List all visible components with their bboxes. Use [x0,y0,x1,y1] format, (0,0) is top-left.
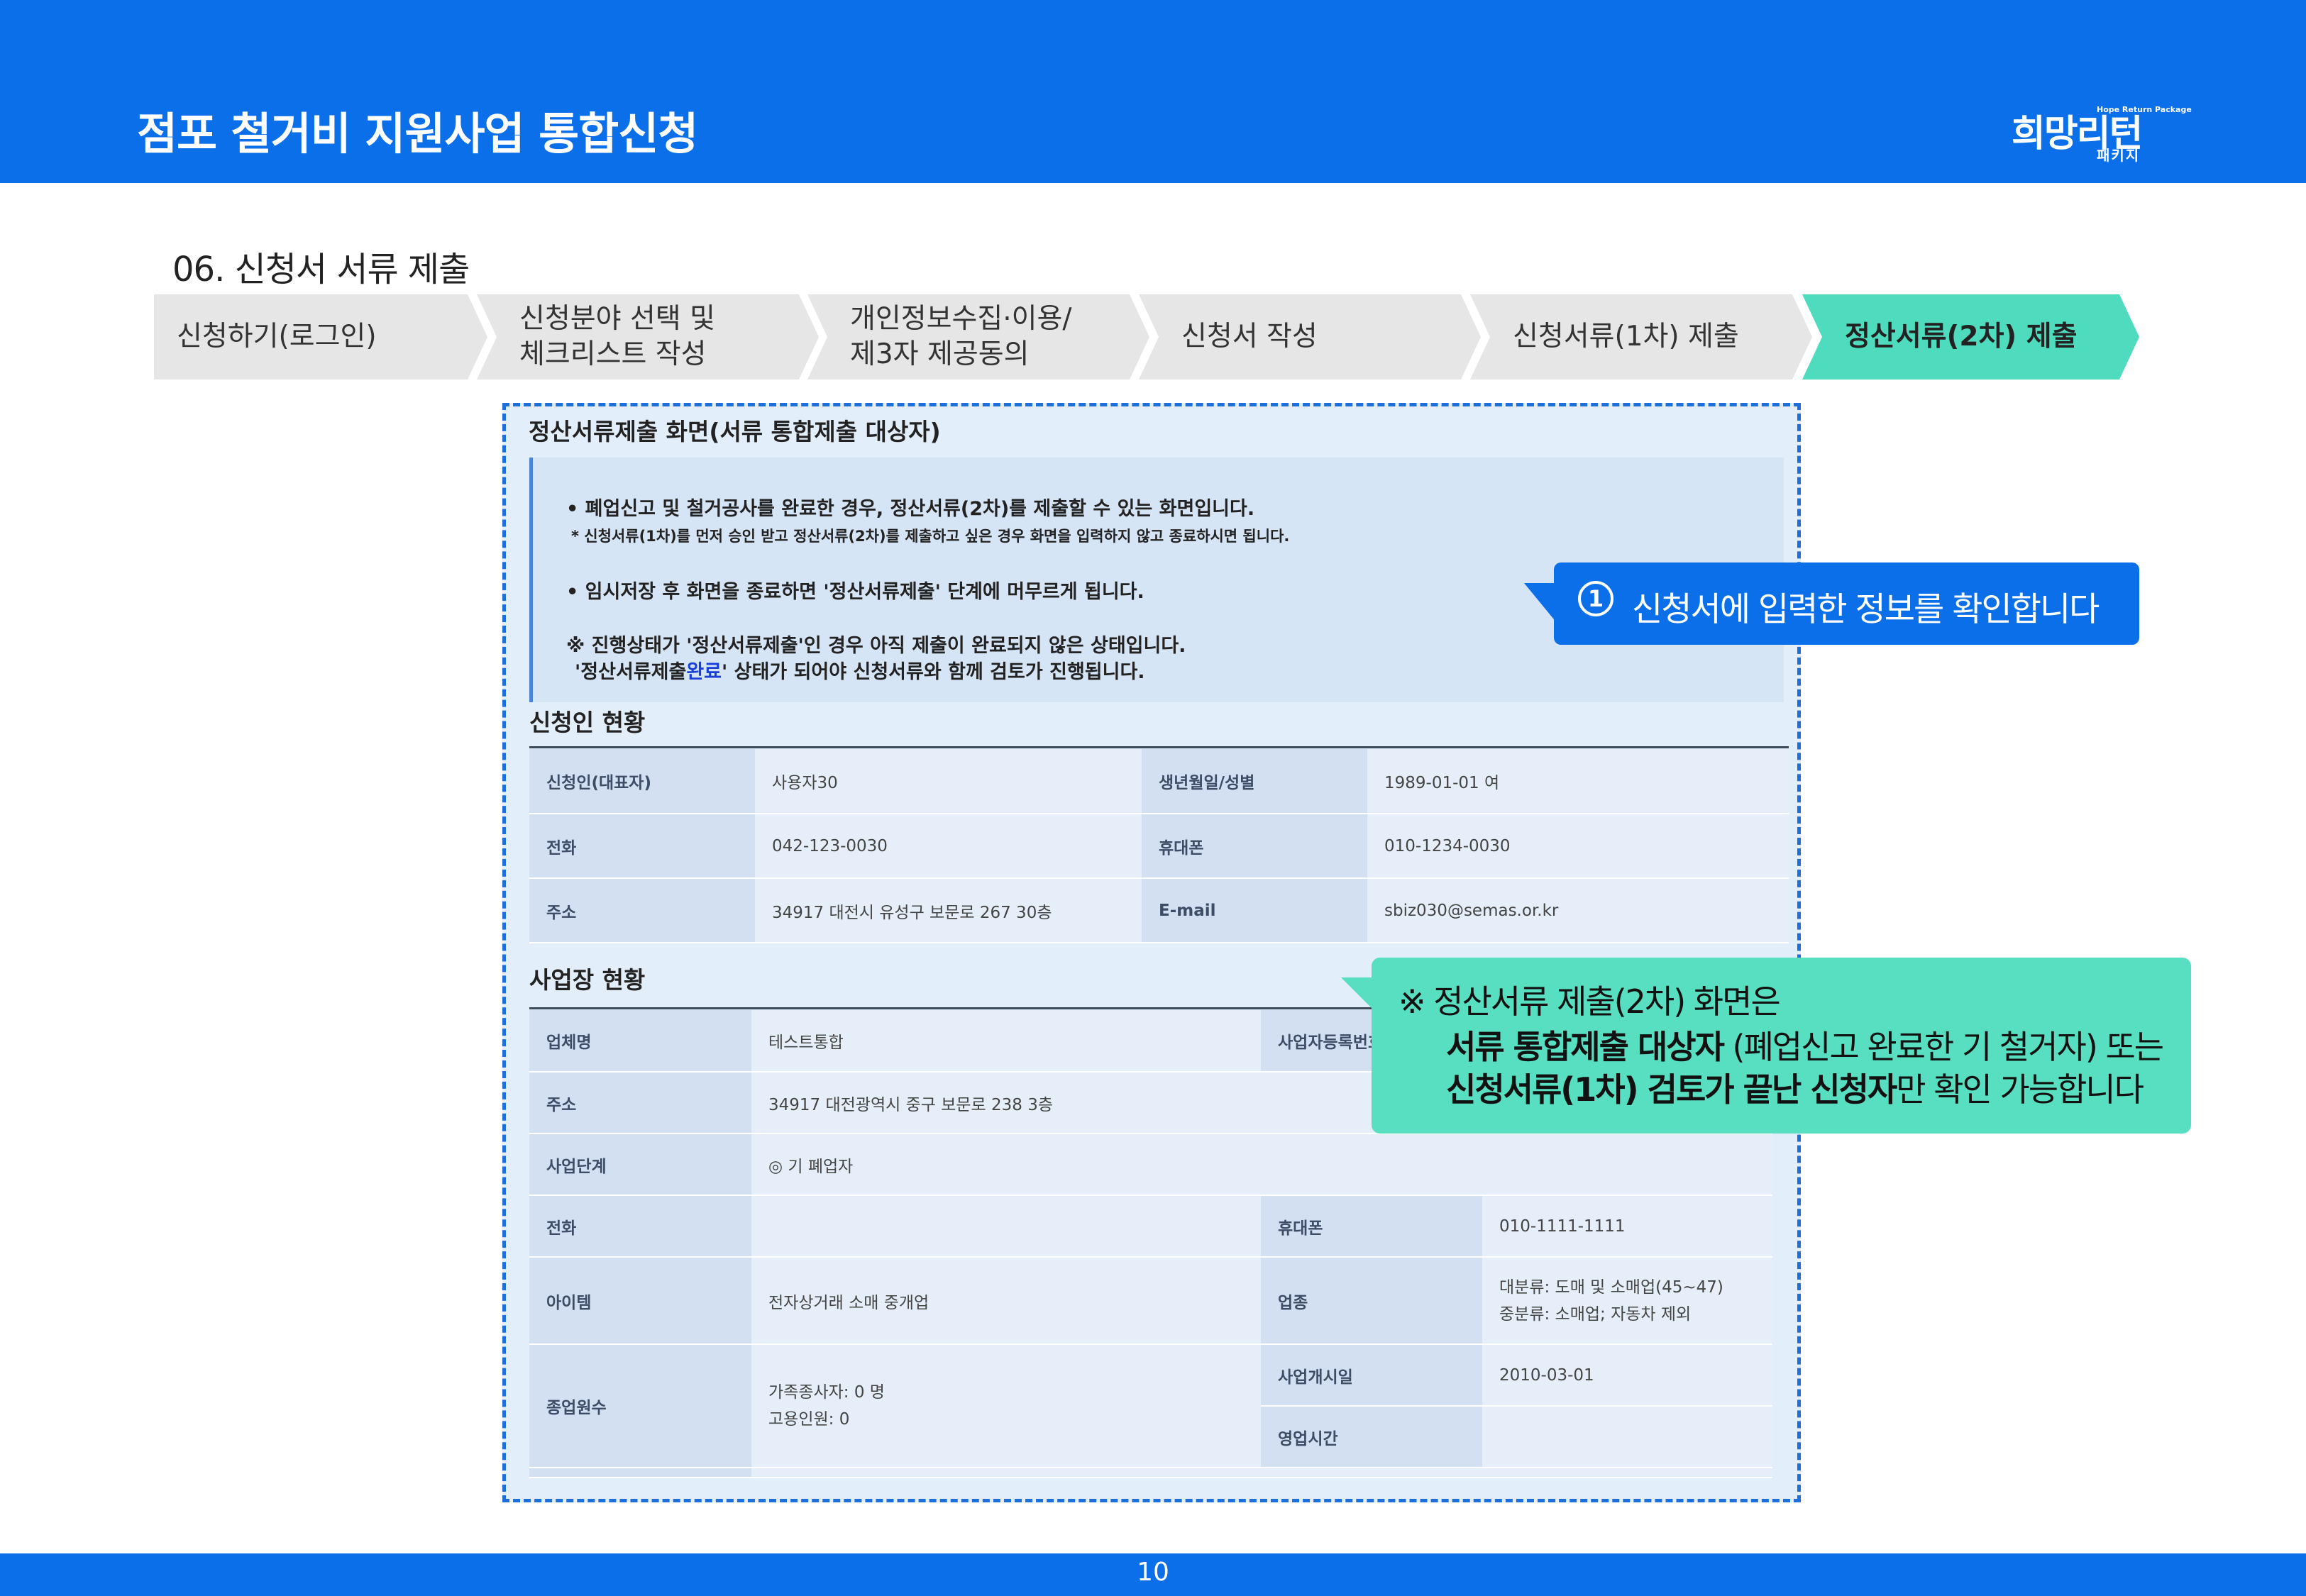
step-consent: 개인정보수집·이용/ 제3자 제공동의 [807,294,1149,379]
item-label: 아이템 [529,1257,751,1345]
birth-gender-label: 생년월일/성별 [1142,749,1367,814]
business-stage-value: ◎ 기 폐업자 [751,1134,1772,1196]
business-mobile-value: 010-1111-1111 [1482,1195,1772,1258]
applicant-heading: 신청인 현황 [529,709,646,736]
table-row: 종업원수 가족종사자: 0 명 고용인원: 0 사업개시일 2010-03-01 [529,1344,1772,1468]
phone-label: 전화 [529,814,755,879]
callout-1-number: 1 [1578,581,1613,616]
section-title: 06. 신청서 서류 제출 [172,250,470,289]
company-name-label: 업체명 [529,1010,751,1073]
applicant-divider [529,746,1789,748]
applicant-name-label: 신청인(대표자) [529,749,755,814]
industry-minor: 중분류: 소매업; 자동차 제외 [1499,1304,1692,1324]
callout-2-line-1: ※ 정산서류 제출(2차) 화면은 [1399,982,1781,1021]
notice-line-5: '정산서류제출완료' 상태가 되어야 신청서류와 함께 검토가 진행됩니다. [575,656,1145,684]
staff-label: 종업원수 [529,1344,751,1468]
callout-2-line-2-bold: 서류 통합제출 대상자 [1446,1028,1725,1066]
callout-1-pointer [1524,583,1557,623]
step-docs-2nd: 정산서류(2차) 제출 [1802,294,2139,379]
applicant-table: 신청인(대표자) 사용자30 생년월일/성별 1989-01-01 여 전화 0… [529,749,1789,943]
business-phone-value [751,1195,1261,1258]
notice-line-5-post: ' 상태가 되어야 신청서류와 함께 검토가 진행됩니다. [722,661,1145,683]
notice-line-5-highlight: 완료 [686,661,722,683]
business-address-label: 주소 [529,1072,751,1134]
callout-2-pointer [1341,977,1374,1010]
hours-value [1482,1406,1772,1468]
callout-2: ※ 정산서류 제출(2차) 화면은 서류 통합제출 대상자 (폐업신고 완료한 … [1372,958,2191,1134]
notice-line-4: ※ 진행상태가 '정산서류제출'인 경우 아직 제출이 완료되지 않은 상태입니… [566,635,1186,657]
staff-value: 가족종사자: 0 명 고용인원: 0 [751,1344,1261,1468]
table-row: 사업단계 ◎ 기 폐업자 [529,1134,1772,1196]
item-value: 전자상거래 소매 중개업 [751,1257,1261,1345]
applicant-name-value: 사용자30 [755,749,1142,814]
hope-return-logo: 희망리턴 Hope Return Package 패키지 [2012,98,2192,169]
industry-value: 대분류: 도매 및 소매업(45~47) 중분류: 소매업; 자동차 제외 [1482,1257,1772,1345]
table-row: 전화 042-123-0030 휴대폰 010-1234-0030 [529,814,1789,879]
callout-2-line-2-rest: (폐업신고 완료한 기 철거자) 또는 [1723,1028,2165,1066]
email-value: sbiz030@semas.or.kr [1367,878,1789,943]
phone-value: 042-123-0030 [755,814,1142,879]
hours-label: 영업시간 [1261,1406,1482,1468]
staff-employees: 고용인원: 0 [768,1410,850,1429]
business-mobile-label: 휴대폰 [1261,1195,1482,1258]
notice-line-5-pre: '정산서류제출 [575,661,687,683]
business-phone-label: 전화 [529,1195,751,1258]
table-filler-cell [751,1468,1772,1478]
logo-subtitle-ko: 패키지 [2097,147,2141,164]
industry-major: 대분류: 도매 및 소매업(45~47) [1499,1278,1723,1297]
open-date-label: 사업개시일 [1261,1344,1482,1407]
table-row: 신청인(대표자) 사용자30 생년월일/성별 1989-01-01 여 [529,749,1789,814]
callout-2-line-3-bold: 신청서류(1차) 검토가 끝난 신청자 [1446,1070,1897,1109]
table-filler-cell [529,1468,751,1478]
company-name-value: 테스트통합 [751,1010,1261,1073]
notice-line-2: * 신청서류(1차)를 먼저 승인 받고 정산서류(2차)를 제출하고 싶은 경… [571,528,1290,545]
table-row: 전화 휴대폰 010-1111-1111 [529,1195,1772,1258]
logo-subtitle-en: Hope Return Package [2097,105,2192,114]
notice-line-1: • 폐업신고 및 철거공사를 완료한 경우, 정산서류(2차)를 제출할 수 있… [566,498,1255,520]
page-number: 10 [1137,1558,1169,1587]
callout-2-line-3: 신청서류(1차) 검토가 끝난 신청자만 확인 가능합니다 [1446,1064,2144,1111]
step-checklist: 신청분야 선택 및 체크리스트 작성 [477,294,819,379]
table-row: 주소 34917 대전시 유성구 보문로 267 30층 E-mail sbiz… [529,878,1789,943]
business-heading: 사업장 현황 [529,966,646,994]
table-row [529,1468,1772,1478]
callout-1: 1 신청서에 입력한 정보를 확인합니다 [1554,563,2139,645]
step-docs-1st: 신청서류(1차) 제출 [1470,294,1812,379]
step-login: 신청하기(로그인) [154,294,487,379]
email-label: E-mail [1142,878,1367,943]
mobile-value: 010-1234-0030 [1367,814,1789,879]
callout-2-line-2: 서류 통합제출 대상자 (폐업신고 완료한 기 철거자) 또는 [1446,1021,2165,1068]
notice-line-3: • 임시저장 후 화면을 종료하면 '정산서류제출' 단계에 머무르게 됩니다. [566,581,1144,603]
address-value: 34917 대전시 유성구 보문로 267 30층 [755,878,1142,943]
mobile-label: 휴대폰 [1142,814,1367,879]
staff-family: 가족종사자: 0 명 [768,1383,885,1402]
business-stage-label: 사업단계 [529,1134,751,1196]
callout-1-text: 신청서에 입력한 정보를 확인합니다 [1632,590,2100,629]
industry-label: 업종 [1261,1257,1482,1345]
step-application: 신청서 작성 [1139,294,1481,379]
birth-gender-value: 1989-01-01 여 [1367,749,1789,814]
table-row: 아이템 전자상거래 소매 중개업 업종 대분류: 도매 및 소매업(45~47)… [529,1257,1772,1345]
screen-title: 정산서류제출 화면(서류 통합제출 대상자) [529,418,941,445]
callout-2-line-3-rest: 만 확인 가능합니다 [1896,1070,2144,1109]
page-title: 점포 철거비 지원사업 통합신청 [137,108,698,160]
address-label: 주소 [529,878,755,943]
open-date-value: 2010-03-01 [1482,1344,1772,1407]
